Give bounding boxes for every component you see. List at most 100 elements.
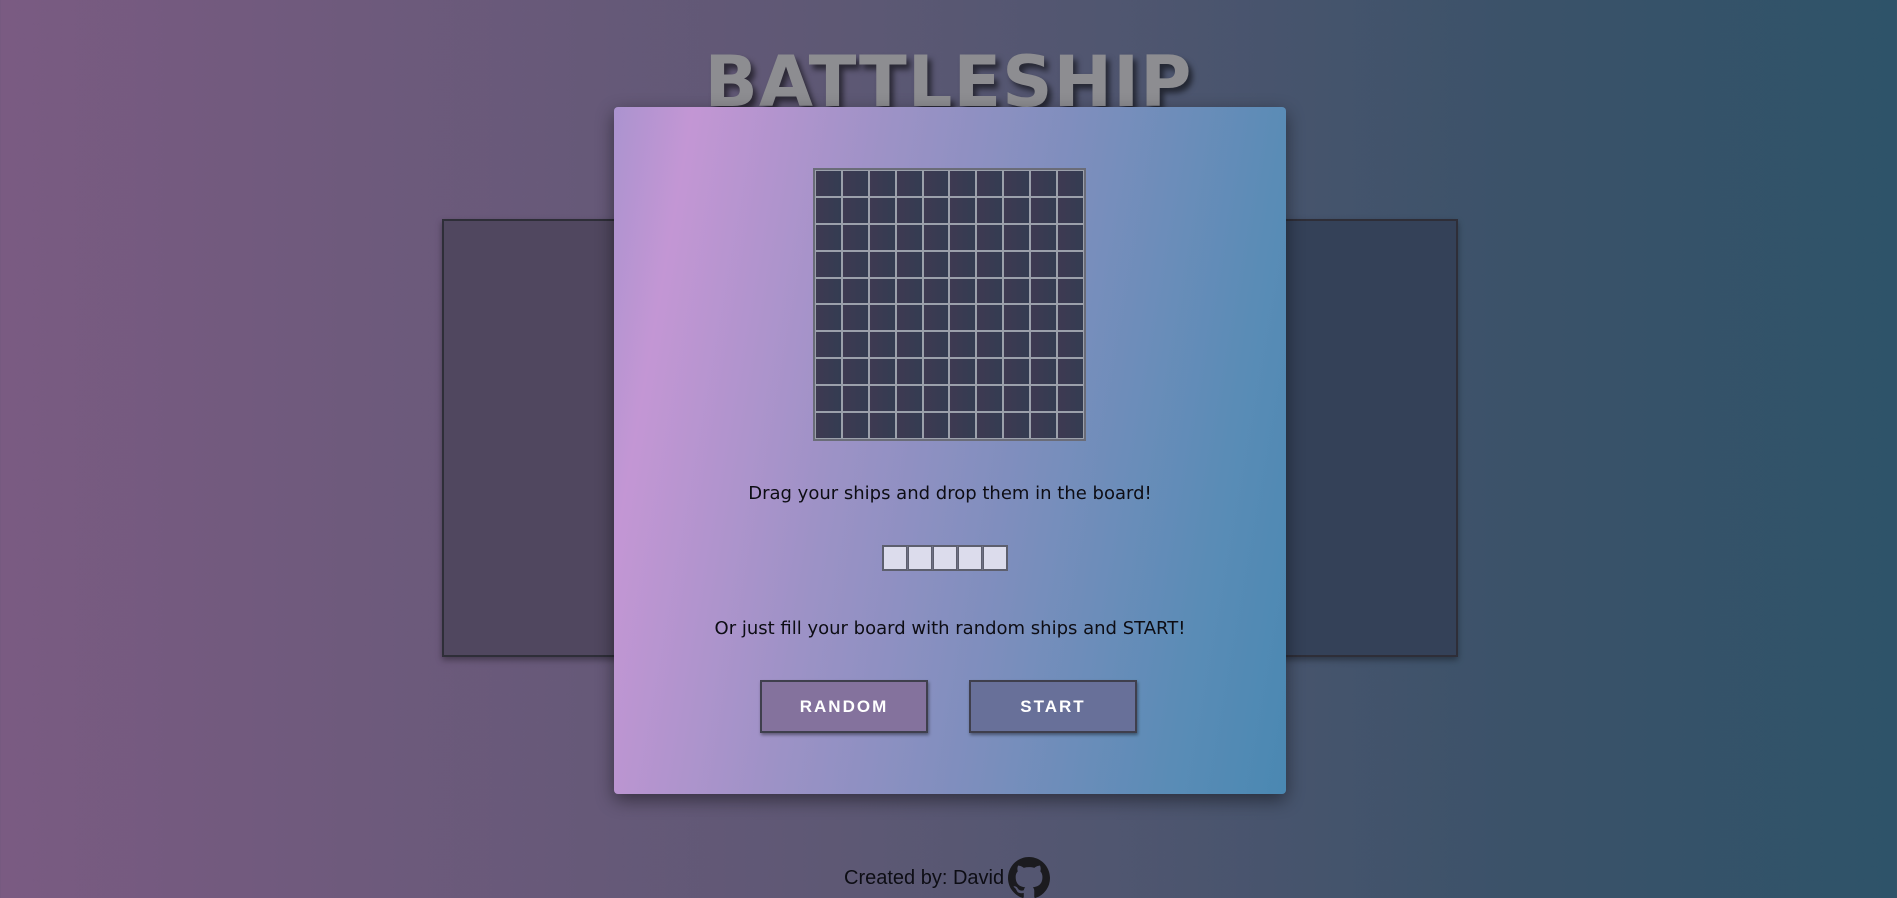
board-cell[interactable]	[1057, 412, 1084, 439]
board-cell[interactable]	[1030, 223, 1058, 251]
board-cell[interactable]	[868, 250, 896, 278]
board-cell[interactable]	[841, 358, 869, 386]
board-cell[interactable]	[841, 304, 869, 332]
board-cell[interactable]	[1057, 250, 1084, 278]
board-cell[interactable]	[976, 358, 1004, 386]
draggable-ship[interactable]	[882, 545, 1008, 571]
board-cell[interactable]	[1003, 170, 1031, 197]
board-cell[interactable]	[949, 170, 977, 197]
board-cell[interactable]	[949, 412, 977, 439]
board-cell[interactable]	[1057, 196, 1084, 224]
board-cell[interactable]	[976, 385, 1004, 413]
board-cell[interactable]	[841, 170, 869, 197]
board-cell[interactable]	[841, 331, 869, 359]
board-cell[interactable]	[1003, 250, 1031, 278]
board-cell[interactable]	[1030, 412, 1058, 439]
board-cell[interactable]	[1003, 277, 1031, 305]
board-cell[interactable]	[1003, 304, 1031, 332]
board-cell[interactable]	[1030, 196, 1058, 224]
board-cell[interactable]	[815, 196, 842, 224]
board-cell[interactable]	[922, 277, 950, 305]
board-cell[interactable]	[895, 250, 923, 278]
board-cell[interactable]	[868, 223, 896, 251]
board-cell[interactable]	[1030, 331, 1058, 359]
board-cell[interactable]	[922, 223, 950, 251]
board-cell[interactable]	[841, 385, 869, 413]
board-cell[interactable]	[895, 196, 923, 224]
board-cell[interactable]	[976, 196, 1004, 224]
board-cell[interactable]	[1030, 277, 1058, 305]
board-cell[interactable]	[922, 250, 950, 278]
board-cell[interactable]	[868, 196, 896, 224]
board-cell[interactable]	[976, 250, 1004, 278]
board-cell[interactable]	[1057, 385, 1084, 413]
player-board[interactable]	[813, 168, 1086, 441]
board-cell[interactable]	[976, 304, 1004, 332]
board-cell[interactable]	[949, 277, 977, 305]
board-cell[interactable]	[841, 250, 869, 278]
board-cell[interactable]	[815, 358, 842, 386]
board-cell[interactable]	[815, 331, 842, 359]
board-cell[interactable]	[815, 412, 842, 439]
board-cell[interactable]	[895, 277, 923, 305]
board-cell[interactable]	[895, 412, 923, 439]
board-cell[interactable]	[815, 250, 842, 278]
board-cell[interactable]	[895, 170, 923, 197]
board-cell[interactable]	[1057, 304, 1084, 332]
board-cell[interactable]	[922, 170, 950, 197]
board-cell[interactable]	[868, 385, 896, 413]
board-cell[interactable]	[1057, 277, 1084, 305]
board-cell[interactable]	[815, 223, 842, 251]
random-button[interactable]: RANDOM	[760, 680, 928, 733]
board-cell[interactable]	[841, 223, 869, 251]
board-cell[interactable]	[976, 223, 1004, 251]
board-cell[interactable]	[1057, 331, 1084, 359]
board-cell[interactable]	[976, 277, 1004, 305]
board-cell[interactable]	[976, 170, 1004, 197]
board-cell[interactable]	[922, 385, 950, 413]
board-cell[interactable]	[1003, 358, 1031, 386]
board-cell[interactable]	[868, 304, 896, 332]
board-cell[interactable]	[815, 170, 842, 197]
board-cell[interactable]	[1003, 223, 1031, 251]
board-cell[interactable]	[1030, 385, 1058, 413]
board-cell[interactable]	[868, 412, 896, 439]
board-cell[interactable]	[922, 358, 950, 386]
board-cell[interactable]	[949, 196, 977, 224]
board-cell[interactable]	[1030, 358, 1058, 386]
board-cell[interactable]	[949, 223, 977, 251]
board-cell[interactable]	[1030, 170, 1058, 197]
board-cell[interactable]	[949, 331, 977, 359]
board-cell[interactable]	[1030, 250, 1058, 278]
board-cell[interactable]	[1057, 170, 1084, 197]
board-cell[interactable]	[868, 170, 896, 197]
board-cell[interactable]	[1003, 412, 1031, 439]
board-cell[interactable]	[1030, 304, 1058, 332]
board-cell[interactable]	[949, 250, 977, 278]
board-cell[interactable]	[895, 385, 923, 413]
board-cell[interactable]	[1003, 331, 1031, 359]
board-cell[interactable]	[868, 358, 896, 386]
board-cell[interactable]	[922, 412, 950, 439]
github-icon[interactable]	[1008, 857, 1051, 898]
board-cell[interactable]	[976, 412, 1004, 439]
board-cell[interactable]	[976, 331, 1004, 359]
board-cell[interactable]	[922, 304, 950, 332]
board-cell[interactable]	[922, 196, 950, 224]
board-cell[interactable]	[895, 223, 923, 251]
board-cell[interactable]	[1057, 358, 1084, 386]
board-cell[interactable]	[1057, 223, 1084, 251]
board-cell[interactable]	[949, 358, 977, 386]
board-cell[interactable]	[949, 385, 977, 413]
board-cell[interactable]	[815, 277, 842, 305]
board-cell[interactable]	[841, 412, 869, 439]
board-cell[interactable]	[815, 385, 842, 413]
board-cell[interactable]	[922, 331, 950, 359]
board-cell[interactable]	[949, 304, 977, 332]
board-cell[interactable]	[895, 331, 923, 359]
board-cell[interactable]	[841, 277, 869, 305]
board-cell[interactable]	[1003, 196, 1031, 224]
start-button[interactable]: START	[969, 680, 1137, 733]
board-cell[interactable]	[895, 304, 923, 332]
board-cell[interactable]	[815, 304, 842, 332]
